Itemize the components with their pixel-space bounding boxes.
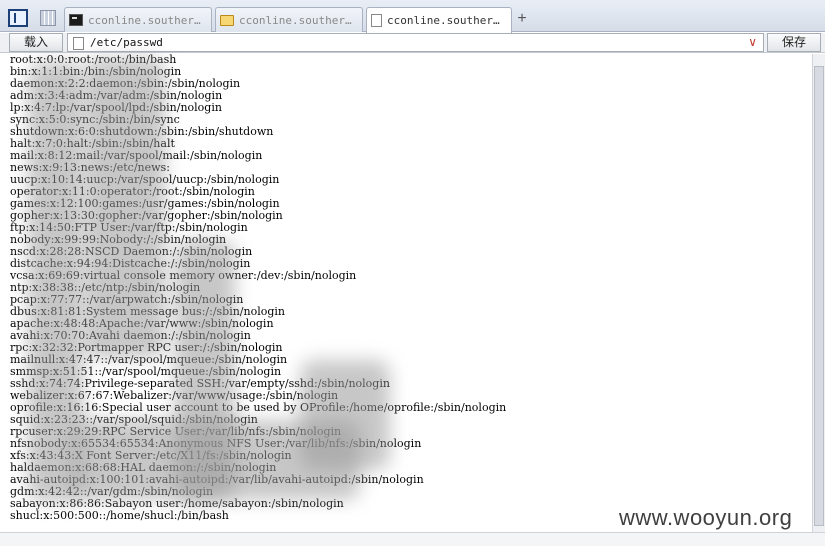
scrollbar-thumb[interactable] — [814, 66, 824, 526]
horizontal-scrollbar[interactable] — [0, 532, 825, 546]
watermark: www.wooyun.org — [619, 505, 793, 530]
vertical-scrollbar[interactable] — [812, 54, 825, 532]
editor-toolbar: 载入 ∨ 保存 — [0, 33, 825, 53]
chevron-down-icon[interactable]: ∨ — [748, 34, 757, 51]
terminal-icon — [69, 14, 83, 26]
file-icon — [73, 37, 84, 50]
load-button[interactable]: 载入 — [9, 33, 63, 52]
redaction-blur — [85, 58, 165, 358]
grid-view-icon[interactable] — [40, 10, 56, 26]
path-input[interactable] — [90, 35, 730, 50]
tab-file-browser[interactable]: cconline.southern... — [215, 7, 363, 32]
file-icon — [371, 14, 382, 27]
tab-terminal[interactable]: cconline.southern... — [64, 7, 212, 32]
save-button[interactable]: 保存 — [767, 33, 821, 52]
folder-icon — [220, 14, 234, 26]
path-field[interactable]: ∨ — [67, 33, 764, 52]
tab-title: cconline.southern... — [88, 13, 205, 27]
panel-layout-icon[interactable] — [8, 9, 28, 27]
tab-editor[interactable]: cconline.southern... — [366, 7, 512, 33]
tab-title: cconline.southern... — [387, 14, 505, 27]
tab-bar: cconline.southern... cconline.southern..… — [0, 0, 825, 33]
redaction-blur — [300, 360, 390, 470]
add-tab-icon[interactable]: + — [514, 10, 530, 28]
tab-title: cconline.southern... — [239, 13, 356, 27]
